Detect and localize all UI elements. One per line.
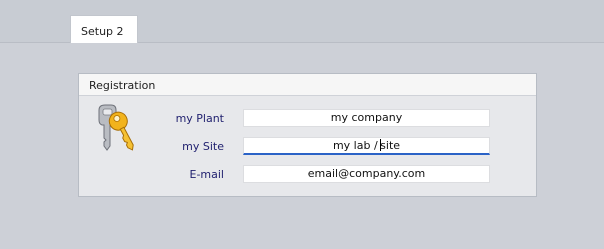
email-label: E-mail	[189, 168, 225, 181]
tab-bar: Setup 2	[0, 0, 604, 43]
my-plant-field[interactable]: my company	[243, 109, 490, 127]
registration-header: Registration	[79, 74, 536, 96]
email-field[interactable]: email@company.com	[243, 165, 490, 183]
my-site-value-before-caret: my lab /	[332, 139, 382, 152]
registration-title: Registration	[89, 79, 156, 92]
registration-group: Registration my Plant my company my Site…	[78, 73, 537, 197]
tab-setup-2[interactable]: Setup 2	[70, 15, 138, 43]
tab-label: Setup 2	[81, 25, 124, 38]
email-value: email@company.com	[307, 167, 426, 180]
my-plant-label: my Plant	[175, 112, 224, 125]
my-site-value-after-caret: site	[380, 139, 401, 152]
my-site-field[interactable]: my lab / site	[243, 137, 490, 155]
my-plant-value: my company	[330, 111, 403, 124]
my-site-label: my Site	[182, 140, 224, 153]
